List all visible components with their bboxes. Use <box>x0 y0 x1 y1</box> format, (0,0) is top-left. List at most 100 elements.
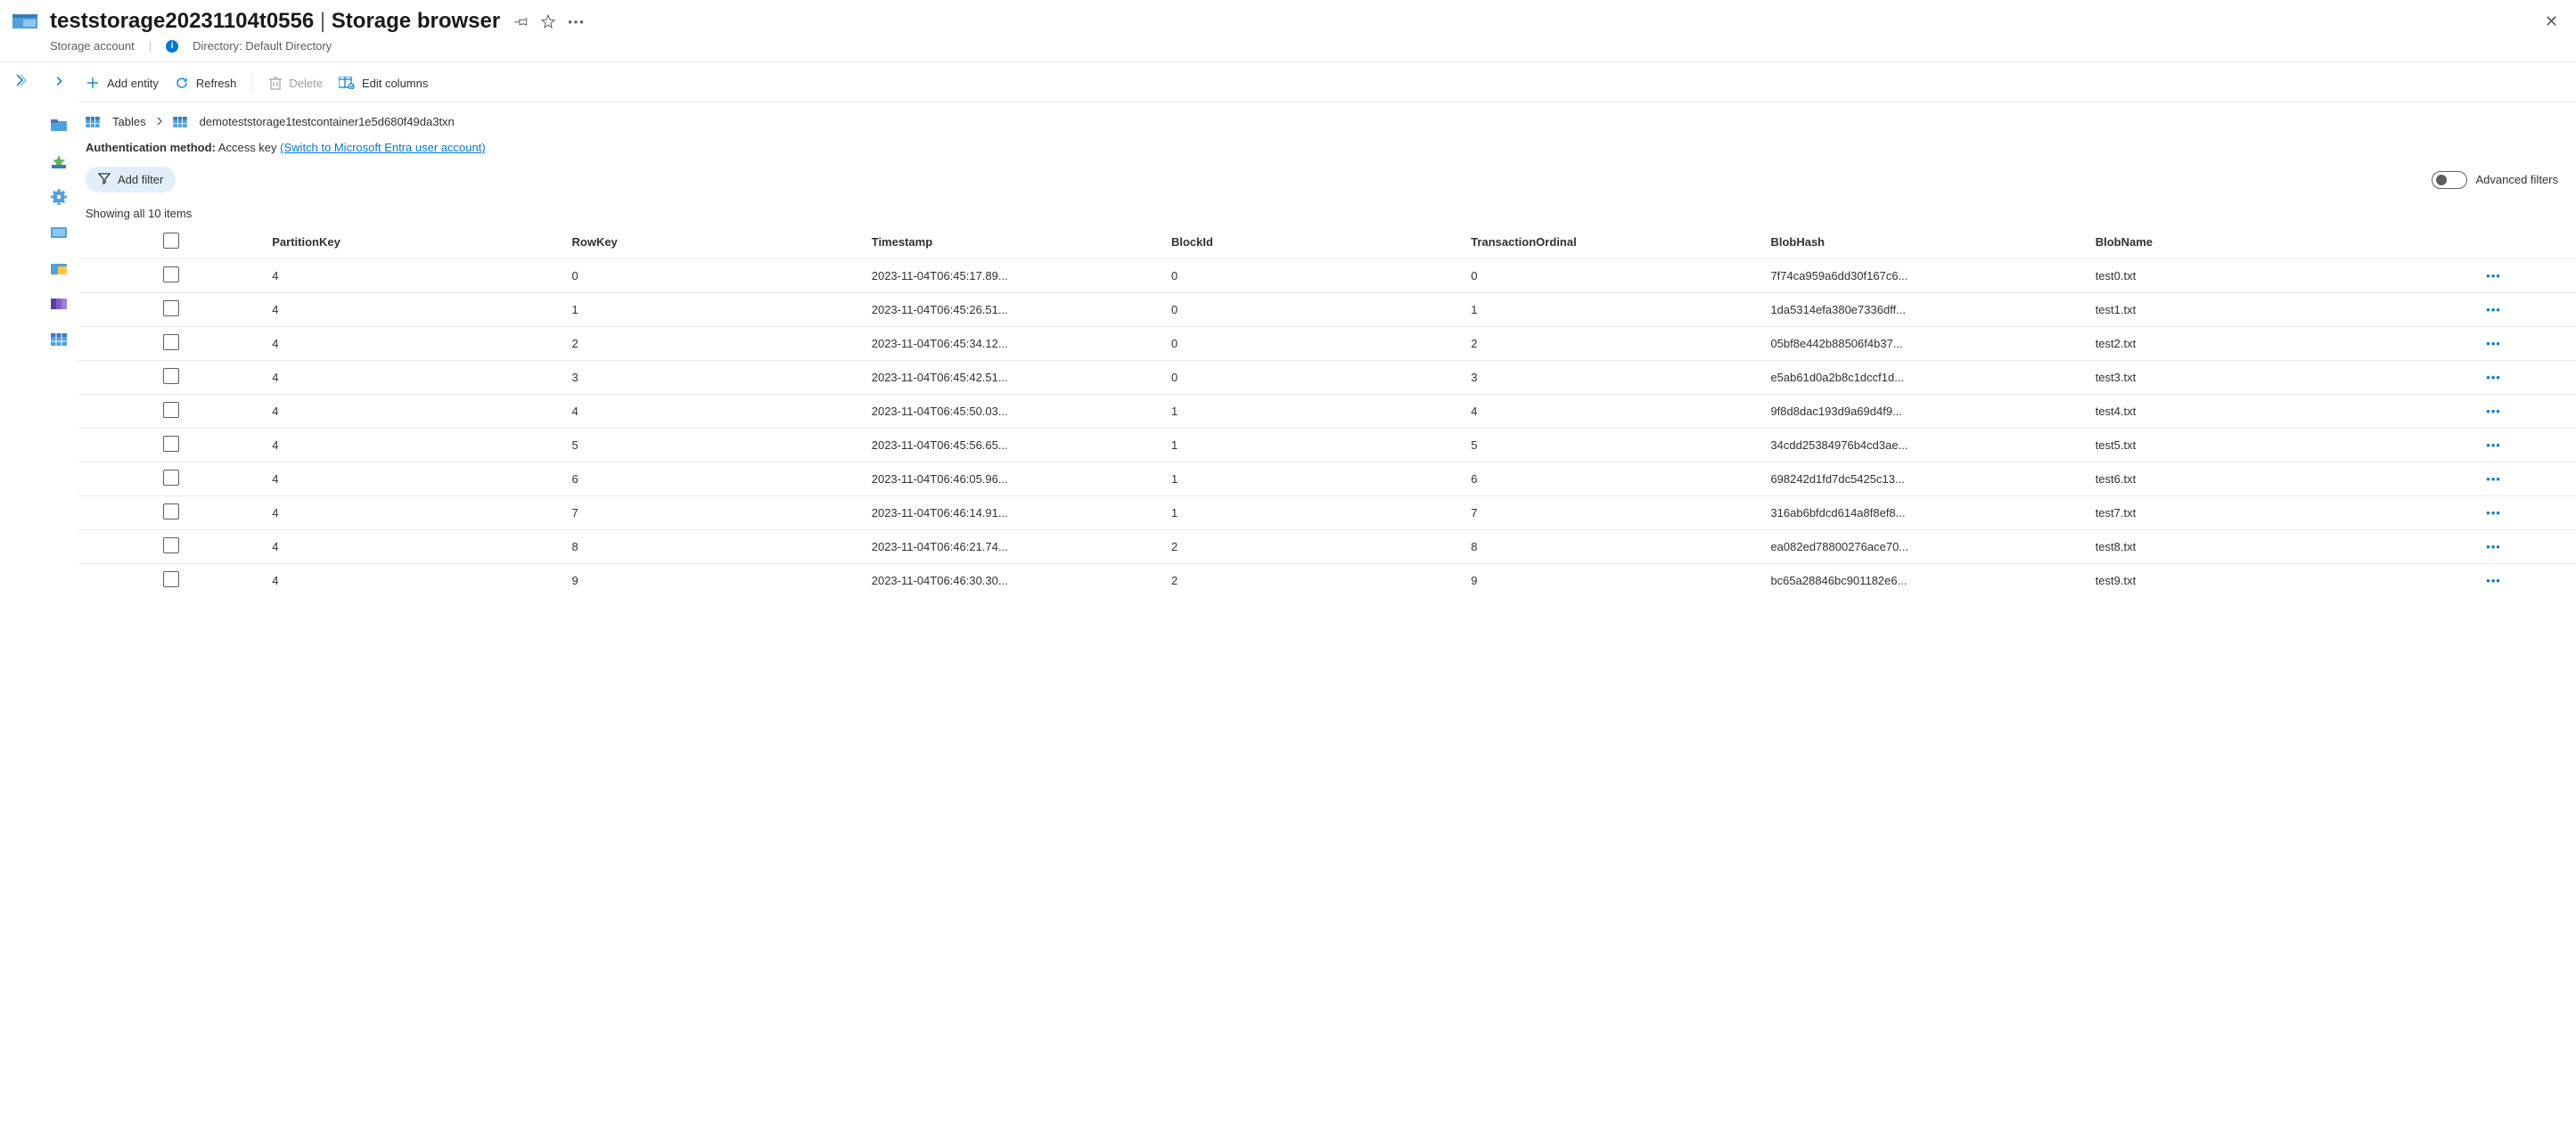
cell-blobhash: 316ab6bfdcd614a8f8ef8... <box>1761 496 2086 530</box>
cell-transactionordinal: 7 <box>1462 496 1761 530</box>
plus-icon <box>86 76 100 90</box>
cell-blockid: 2 <box>1162 564 1462 598</box>
table-icon <box>86 117 100 127</box>
filter-icon <box>98 172 111 187</box>
nav-blob-icon[interactable] <box>51 225 67 241</box>
cell-blobhash: ea082ed78800276ace70... <box>1761 530 2086 564</box>
row-more-icon[interactable]: ••• <box>2411 293 2576 327</box>
cell-timestamp: 2023-11-04T06:45:17.89... <box>863 259 1162 293</box>
cell-partitionkey: 4 <box>263 496 562 530</box>
cell-transactionordinal: 0 <box>1462 259 1761 293</box>
expand-nav-icon[interactable] <box>51 73 67 89</box>
resource-type: Storage account <box>50 39 135 53</box>
row-checkbox[interactable] <box>163 571 179 587</box>
storage-account-icon <box>11 7 39 36</box>
advanced-filters-toggle[interactable] <box>2432 171 2467 189</box>
entities-table: PartitionKey RowKey Timestamp BlockId Tr… <box>78 225 2576 597</box>
cell-partitionkey: 4 <box>263 564 562 598</box>
nav-queues-icon[interactable] <box>51 296 67 312</box>
table-row[interactable]: 492023-11-04T06:46:30.30...29bc65a28846b… <box>78 564 2576 598</box>
col-header-partitionkey[interactable]: PartitionKey <box>263 225 562 259</box>
favorite-icon[interactable] <box>541 14 555 29</box>
table-row[interactable]: 402023-11-04T06:45:17.89...007f74ca959a6… <box>78 259 2576 293</box>
page-title: teststorage20231104t0556 | Storage brows… <box>50 9 500 34</box>
refresh-icon <box>175 76 189 90</box>
row-more-icon[interactable]: ••• <box>2411 361 2576 395</box>
row-checkbox[interactable] <box>163 503 179 520</box>
nav-containers-icon[interactable] <box>51 118 67 134</box>
refresh-button[interactable]: Refresh <box>175 76 237 90</box>
table-row[interactable]: 462023-11-04T06:46:05.96...16698242d1fd7… <box>78 462 2576 496</box>
row-more-icon[interactable]: ••• <box>2411 462 2576 496</box>
cell-timestamp: 2023-11-04T06:46:14.91... <box>863 496 1162 530</box>
table-row[interactable]: 482023-11-04T06:46:21.74...28ea082ed7880… <box>78 530 2576 564</box>
cell-rowkey: 6 <box>563 462 863 496</box>
select-all-checkbox[interactable] <box>163 233 179 249</box>
more-icon[interactable]: ••• <box>568 15 586 29</box>
nav-settings-icon[interactable] <box>51 189 67 205</box>
nav-favorites-icon[interactable] <box>51 153 67 169</box>
cell-partitionkey: 4 <box>263 395 562 429</box>
breadcrumb-current: demoteststorage1testcontainer1e5d680f49d… <box>200 115 455 128</box>
cell-blobname: test5.txt <box>2087 429 2411 462</box>
row-checkbox[interactable] <box>163 436 179 452</box>
cell-partitionkey: 4 <box>263 361 562 395</box>
nav-fileshare-icon[interactable] <box>51 260 67 276</box>
info-icon: i <box>166 40 178 53</box>
table-row[interactable]: 472023-11-04T06:46:14.91...17316ab6bfdcd… <box>78 496 2576 530</box>
add-filter-button[interactable]: Add filter <box>86 167 176 192</box>
cell-blockid: 1 <box>1162 462 1462 496</box>
pin-icon[interactable] <box>514 14 529 29</box>
row-checkbox[interactable] <box>163 334 179 350</box>
cell-blobhash: e5ab61d0a2b8c1dccf1d... <box>1761 361 2086 395</box>
close-icon[interactable]: ✕ <box>2545 12 2558 31</box>
row-checkbox[interactable] <box>163 537 179 553</box>
table-row[interactable]: 442023-11-04T06:45:50.03...149f8d8dac193… <box>78 395 2576 429</box>
cell-blobhash: 1da5314efa380e7336dff... <box>1761 293 2086 327</box>
table-row[interactable]: 422023-11-04T06:45:34.12...0205bf8e442b8… <box>78 327 2576 361</box>
cell-blobhash: 698242d1fd7dc5425c13... <box>1761 462 2086 496</box>
row-more-icon[interactable]: ••• <box>2411 259 2576 293</box>
row-checkbox[interactable] <box>163 368 179 384</box>
cell-transactionordinal: 6 <box>1462 462 1761 496</box>
cell-transactionordinal: 1 <box>1462 293 1761 327</box>
col-header-timestamp[interactable]: Timestamp <box>863 225 1162 259</box>
cell-rowkey: 7 <box>563 496 863 530</box>
cell-partitionkey: 4 <box>263 327 562 361</box>
row-more-icon[interactable]: ••• <box>2411 496 2576 530</box>
row-more-icon[interactable]: ••• <box>2411 327 2576 361</box>
cell-blobhash: 7f74ca959a6dd30f167c6... <box>1761 259 2086 293</box>
auth-method: Access key <box>218 141 277 154</box>
cell-timestamp: 2023-11-04T06:46:21.74... <box>863 530 1162 564</box>
cell-blobhash: 34cdd25384976b4cd3ae... <box>1761 429 2086 462</box>
edit-columns-button[interactable]: Edit columns <box>339 77 428 90</box>
col-header-transactionordinal[interactable]: TransactionOrdinal <box>1462 225 1761 259</box>
row-more-icon[interactable]: ••• <box>2411 530 2576 564</box>
row-checkbox[interactable] <box>163 402 179 418</box>
nav-tables-icon[interactable] <box>51 331 67 348</box>
row-more-icon[interactable]: ••• <box>2411 395 2576 429</box>
row-checkbox[interactable] <box>163 300 179 316</box>
col-header-rowkey[interactable]: RowKey <box>563 225 863 259</box>
switch-auth-link[interactable]: (Switch to Microsoft Entra user account) <box>280 141 485 154</box>
cell-transactionordinal: 8 <box>1462 530 1761 564</box>
add-entity-button[interactable]: Add entity <box>86 76 159 90</box>
cell-partitionkey: 4 <box>263 429 562 462</box>
breadcrumb-tables[interactable]: Tables <box>112 115 146 128</box>
row-more-icon[interactable]: ••• <box>2411 564 2576 598</box>
cell-blobhash: 05bf8e442b88506f4b37... <box>1761 327 2086 361</box>
row-checkbox[interactable] <box>163 266 179 282</box>
row-checkbox[interactable] <box>163 470 179 486</box>
col-header-blobhash[interactable]: BlobHash <box>1761 225 2086 259</box>
table-row[interactable]: 412023-11-04T06:45:26.51...011da5314efa3… <box>78 293 2576 327</box>
table-row[interactable]: 432023-11-04T06:45:42.51...03e5ab61d0a2b… <box>78 361 2576 395</box>
col-header-blobname[interactable]: BlobName <box>2087 225 2411 259</box>
trash-icon <box>269 76 282 90</box>
cell-blockid: 1 <box>1162 429 1462 462</box>
cell-rowkey: 0 <box>563 259 863 293</box>
col-header-blockid[interactable]: BlockId <box>1162 225 1462 259</box>
cell-partitionkey: 4 <box>263 293 562 327</box>
expand-left-rail-icon[interactable] <box>12 73 27 90</box>
row-more-icon[interactable]: ••• <box>2411 429 2576 462</box>
table-row[interactable]: 452023-11-04T06:45:56.65...1534cdd253849… <box>78 429 2576 462</box>
